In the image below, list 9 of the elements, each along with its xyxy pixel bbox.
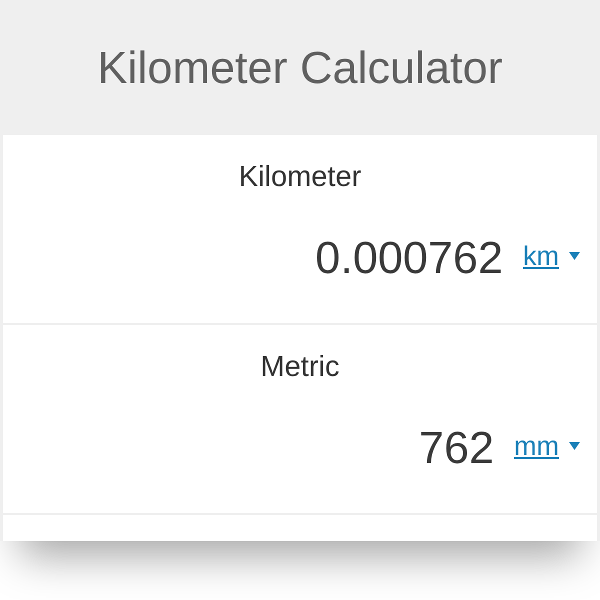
field-label: Kilometer [238,161,362,194]
value-field[interactable]: 0.000762 [315,232,503,284]
calculator-title: Kilometer Calculator [97,42,503,94]
field-label: Metric [260,351,340,384]
caret-icon [569,252,580,260]
caret-icon [569,442,580,450]
unit-dropdown[interactable]: mm [514,430,580,466]
value-field[interactable]: 762 [418,422,494,474]
unit-dropdown[interactable]: km [523,240,580,276]
